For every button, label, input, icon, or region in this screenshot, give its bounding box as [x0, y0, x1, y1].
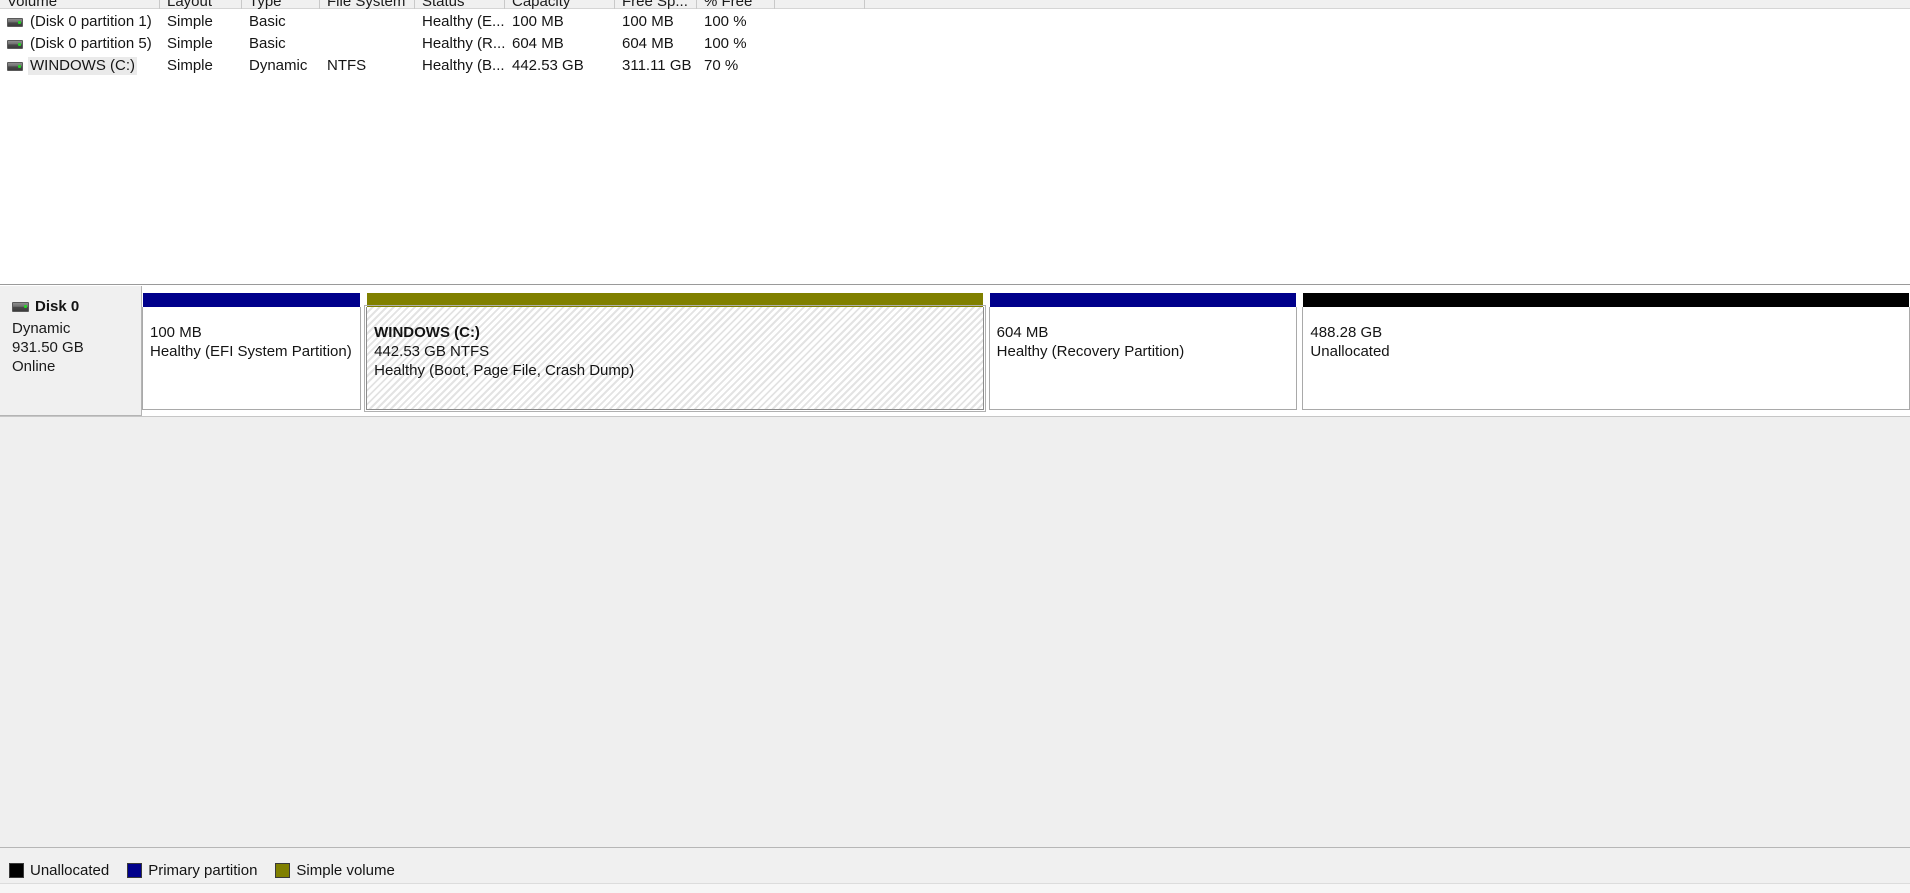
column-header-volume[interactable]: Volume — [0, 0, 160, 9]
column-header-status[interactable]: Status — [415, 0, 505, 9]
graphical-view-pane: Disk 0 Dynamic 931.50 GB Online 100 MB He… — [0, 286, 1910, 847]
column-header-free[interactable]: % Free — [697, 0, 775, 9]
partition-status: Healthy (Recovery Partition) — [996, 343, 1185, 360]
cell-type: Basic — [249, 13, 286, 30]
partition-block-efi-system-partition[interactable]: 100 MB Healthy (EFI System Partition) — [142, 293, 362, 410]
partition-block-windows-c[interactable]: WINDOWS (C:) 442.53 GB NTFS Healthy (Boot,… — [364, 293, 986, 412]
cell-volume: (Disk 0 partition 5) — [0, 33, 160, 55]
disk-management-window: Volume Layout Type File System Status Capacit… — [0, 0, 1910, 893]
cell-volume: WINDOWS (C:) — [0, 55, 160, 77]
column-header-layout[interactable]: Layout — [160, 0, 242, 9]
window-bottom-strip — [0, 883, 1910, 893]
partition-status: Unallocated — [1310, 343, 1390, 360]
cell-layout: Simple — [167, 13, 213, 30]
disk-type: Dynamic — [12, 320, 71, 337]
cell-percent-free: 70 % — [704, 57, 739, 74]
drive-icon — [12, 301, 29, 312]
legend-item-primary-partition: Primary partition — [127, 862, 257, 879]
cell-file-system — [320, 11, 415, 33]
column-header-blank[interactable] — [775, 0, 865, 9]
column-header-capacity[interactable]: Capacity — [505, 0, 615, 9]
volume-list-header: Volume Layout Type File System Status Capacit… — [0, 0, 1910, 9]
legend-swatch — [127, 863, 143, 878]
legend-label: Primary partition — [148, 862, 258, 879]
legend-item-unallocated: Unallocated — [9, 862, 109, 879]
disk-status: Online — [12, 358, 56, 375]
partition-details: WINDOWS (C:) 442.53 GB NTFS Healthy (Boot,… — [364, 305, 986, 412]
partition-details: 604 MB Healthy (Recovery Partition) — [988, 307, 1298, 410]
legend-swatch — [9, 863, 24, 878]
partition-color-bar — [1302, 293, 1910, 307]
partition-size: 100 MB — [150, 324, 202, 341]
disk-name: Disk 0 — [35, 298, 80, 315]
partition-details: 100 MB Healthy (EFI System Partition) — [142, 307, 362, 410]
table-row[interactable]: (Disk 0 partition 1) Simple Basic Healthy (… — [0, 11, 1910, 33]
column-header-type[interactable]: Type — [242, 0, 320, 9]
volume-list-pane: Volume Layout Type File System Status Capacit… — [0, 0, 1910, 285]
cell-capacity: 604 MB — [512, 35, 564, 52]
cell-layout: Simple — [167, 57, 213, 74]
cell-type: Basic — [249, 35, 286, 52]
cell-free-space: 100 MB — [622, 13, 674, 30]
cell-status: Healthy (B... — [422, 57, 505, 74]
partition-size: 488.28 GB — [1310, 324, 1383, 341]
volume-label: WINDOWS (C:) — [28, 57, 137, 75]
volume-label: (Disk 0 partition 1) — [30, 13, 152, 30]
graphical-view-empty-area — [0, 416, 1910, 847]
partition-color-bar — [142, 293, 362, 307]
legend-item-simple-volume: Simple volume — [275, 862, 395, 879]
disk-row-disk0: Disk 0 Dynamic 931.50 GB Online 100 MB He… — [0, 286, 1910, 416]
column-header-file-system[interactable]: File System — [320, 0, 415, 9]
partition-status: Healthy (Boot, Page File, Crash Dump) — [374, 362, 635, 379]
partition-block-recovery-partition[interactable]: 604 MB Healthy (Recovery Partition) — [988, 293, 1298, 410]
cell-free-space: 311.11 GB — [622, 57, 692, 74]
volume-label: (Disk 0 partition 5) — [30, 35, 152, 52]
cell-file-system: NTFS — [327, 57, 367, 74]
partition-details: 488.28 GB Unallocated — [1302, 307, 1910, 410]
volume-list-rows: (Disk 0 partition 1) Simple Basic Healthy (… — [0, 11, 1910, 77]
cell-status: Healthy (R... — [422, 35, 505, 52]
cell-volume: (Disk 0 partition 1) — [0, 11, 160, 33]
disk-info-panel[interactable]: Disk 0 Dynamic 931.50 GB Online — [0, 286, 142, 416]
column-header-free-sp[interactable]: Free Sp... — [615, 0, 697, 9]
partition-color-bar — [988, 293, 1298, 307]
disk-title: Disk 0 — [12, 298, 141, 315]
partition-strip: 100 MB Healthy (EFI System Partition) WIND… — [142, 286, 1910, 416]
partition-status: Healthy (EFI System Partition) — [150, 343, 352, 360]
drive-icon — [7, 39, 23, 49]
table-row[interactable]: (Disk 0 partition 5) Simple Basic Healthy (… — [0, 33, 1910, 55]
drive-icon — [7, 61, 23, 71]
partition-color-bar — [366, 293, 984, 307]
drive-icon — [7, 17, 23, 27]
partition-title: WINDOWS (C:) — [374, 324, 480, 341]
cell-capacity: 442.53 GB — [512, 57, 584, 74]
legend-label: Unallocated — [30, 862, 110, 879]
cell-status: Healthy (E... — [422, 13, 505, 30]
cell-file-system — [320, 33, 415, 55]
partition-block-unallocated[interactable]: 488.28 GB Unallocated — [1302, 293, 1910, 410]
cell-type: Dynamic — [249, 57, 308, 74]
legend-swatch — [275, 863, 291, 878]
cell-percent-free: 100 % — [704, 35, 747, 52]
cell-percent-free: 100 % — [704, 13, 747, 30]
cell-layout: Simple — [167, 35, 213, 52]
legend-label: Simple volume — [296, 862, 395, 879]
disk-size: 931.50 GB — [12, 339, 84, 356]
cell-capacity: 100 MB — [512, 13, 564, 30]
cell-free-space: 604 MB — [622, 35, 674, 52]
partition-size: 604 MB — [996, 324, 1049, 341]
partition-size: 442.53 GB NTFS — [374, 343, 490, 360]
table-row[interactable]: WINDOWS (C:) Simple Dynamic NTFS Healthy (B.… — [0, 55, 1910, 77]
